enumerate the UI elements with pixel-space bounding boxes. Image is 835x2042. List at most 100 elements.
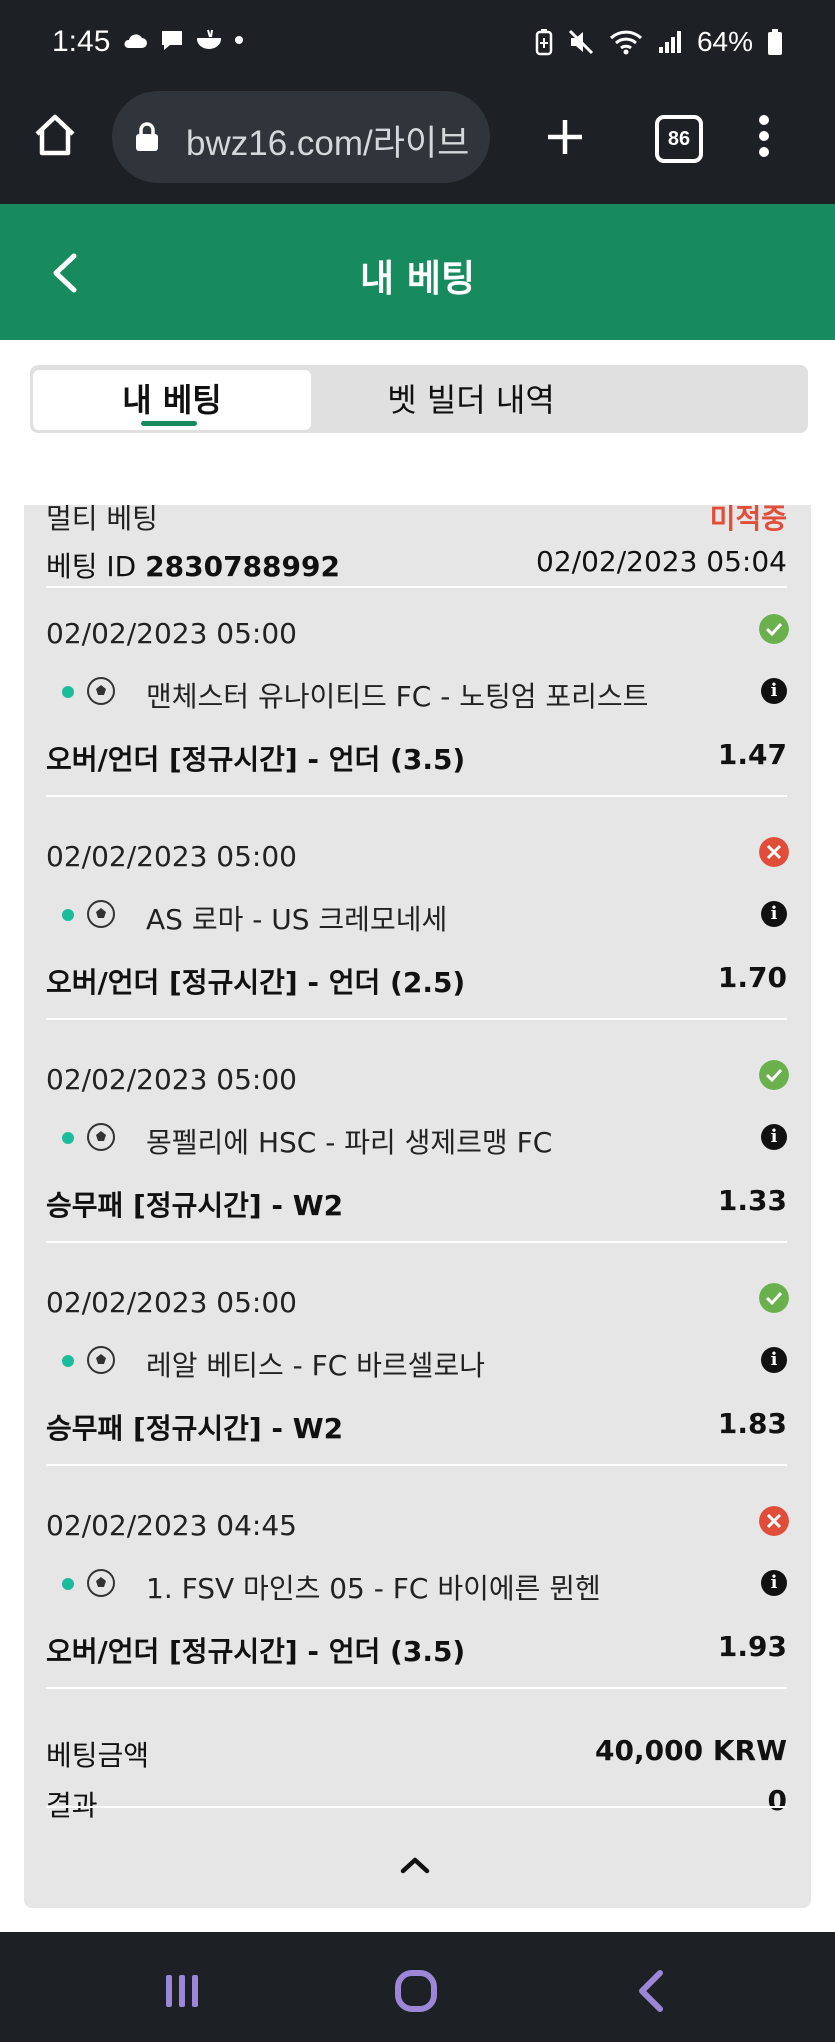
result-row: 결과 0 xyxy=(46,1784,787,1824)
leg-market: 오버/언더 [정규시간] - 언더 (3.5) xyxy=(46,743,466,776)
leg-match: 1. FSV 마인츠 05 - FC 바이에른 뮌헨 xyxy=(146,1572,601,1605)
divider xyxy=(46,1687,787,1689)
live-dot xyxy=(62,1132,74,1144)
active-tab-indicator xyxy=(141,421,197,426)
bet-leg: 02/02/2023 05:00 몽펠리에 HSC - 파리 생제르맹 FC i… xyxy=(24,1041,811,1263)
leg-market: 오버/언더 [정규시간] - 언더 (3.5) xyxy=(46,1635,466,1668)
leg-odds: 1.83 xyxy=(717,1407,787,1440)
soccer-ball-icon xyxy=(87,1569,115,1597)
menu-dots-icon[interactable] xyxy=(758,114,770,158)
page-title: 내 베팅 xyxy=(359,257,475,300)
divider xyxy=(46,1464,787,1466)
win-check-icon xyxy=(759,1283,789,1313)
new-tab-icon[interactable] xyxy=(545,117,585,157)
tab-switcher-button[interactable]: 86 xyxy=(655,115,703,163)
lose-cross-icon xyxy=(759,837,789,867)
win-check-icon xyxy=(759,1060,789,1090)
lose-cross-icon xyxy=(759,1506,789,1536)
leg-date: 02/02/2023 05:00 xyxy=(46,1286,297,1319)
bet-leg: 02/02/2023 05:00 맨체스터 유나이티드 FC - 노팅엄 포리스… xyxy=(24,595,811,817)
battery-percent: 64% xyxy=(696,26,753,57)
leg-match: 맨체스터 유나이티드 FC - 노팅엄 포리스트 xyxy=(146,680,649,713)
bet-tabs: 내 베팅 벳 빌더 내역 xyxy=(30,365,808,433)
status-bar: 1:45 64% xyxy=(0,0,835,90)
leg-market: 오버/언더 [정규시간] - 언더 (2.5) xyxy=(46,966,466,999)
message-icon xyxy=(162,31,182,50)
tab-label: 벳 빌더 내역 xyxy=(387,381,555,419)
leg-date: 02/02/2023 05:00 xyxy=(46,1063,297,1096)
bet-status: 미적중 xyxy=(709,505,787,535)
status-time: 1:45 xyxy=(52,25,111,58)
stake-row: 베팅금액 40,000 KRW xyxy=(46,1734,787,1774)
leg-match: 몽펠리에 HSC - 파리 생제르맹 FC xyxy=(146,1126,553,1159)
bowl-icon xyxy=(196,29,222,49)
wifi-icon xyxy=(609,30,642,55)
bet-id: 2830788992 xyxy=(145,550,340,583)
tab-my-bets[interactable]: 내 베팅 xyxy=(33,370,311,430)
info-icon[interactable]: i xyxy=(761,1570,787,1596)
live-dot xyxy=(62,1355,74,1367)
info-icon[interactable]: i xyxy=(761,678,787,704)
system-icons: 64% xyxy=(535,26,783,58)
leg-market: 승무패 [정규시간] - W2 xyxy=(46,1412,344,1445)
soccer-ball-icon xyxy=(87,1123,115,1151)
win-check-icon xyxy=(759,614,789,644)
mute-icon xyxy=(568,29,594,55)
bet-id-row: 베팅 ID 2830788992 02/02/2023 05:04 xyxy=(46,545,787,585)
leg-market: 승무패 [정규시간] - W2 xyxy=(46,1189,344,1222)
result-label: 결과 xyxy=(46,1789,98,1822)
notification-icons xyxy=(122,28,244,52)
bet-leg: 02/02/2023 05:00 레알 베티스 - FC 바르셀로나 i 승무패… xyxy=(24,1264,811,1486)
soccer-ball-icon xyxy=(87,677,115,705)
back-nav-icon[interactable] xyxy=(628,1967,676,2015)
soccer-ball-icon xyxy=(87,1346,115,1374)
browser-toolbar: bwz16.com/라이브 86 xyxy=(0,90,835,204)
stake-amount: 40,000 KRW xyxy=(595,1734,787,1767)
bet-type: 멀티 베팅 xyxy=(46,505,158,535)
leg-match: AS 로마 - US 크레모네세 xyxy=(146,903,448,936)
address-bar[interactable]: bwz16.com/라이브 xyxy=(112,91,490,183)
leg-date: 02/02/2023 04:45 xyxy=(46,1509,297,1542)
home-nav-icon[interactable] xyxy=(392,1967,440,2015)
battery-icon xyxy=(768,29,782,55)
bet-id-label: 베팅 ID 2830788992 xyxy=(46,550,340,583)
divider xyxy=(46,586,787,588)
result-amount: 0 xyxy=(767,1784,787,1817)
tab-label: 내 베팅 xyxy=(122,381,222,419)
dot-icon xyxy=(235,36,243,44)
divider xyxy=(46,795,787,797)
soccer-ball-icon xyxy=(87,900,115,928)
system-nav-bar xyxy=(0,1932,835,2042)
divider xyxy=(46,1241,787,1243)
info-icon[interactable]: i xyxy=(761,1124,787,1150)
leg-odds: 1.47 xyxy=(717,738,787,771)
leg-odds: 1.33 xyxy=(717,1184,787,1217)
divider xyxy=(46,1018,787,1020)
leg-match: 레알 베티스 - FC 바르셀로나 xyxy=(146,1349,485,1382)
bet-card: 멀티 베팅 미적중 베팅 ID 2830788992 02/02/2023 05… xyxy=(24,505,811,1908)
live-dot xyxy=(62,1578,74,1590)
recent-apps-icon[interactable] xyxy=(158,1967,206,2015)
cloud-icon xyxy=(124,34,147,48)
leg-odds: 1.93 xyxy=(717,1630,787,1663)
info-icon[interactable]: i xyxy=(761,1347,787,1373)
url-text: bwz16.com/라이브 xyxy=(186,124,470,163)
lock-icon xyxy=(136,122,158,151)
live-dot xyxy=(62,686,74,698)
bet-leg: 02/02/2023 04:45 1. FSV 마인츠 05 - FC 바이에른… xyxy=(24,1487,811,1709)
stake-label: 베팅금액 xyxy=(46,1739,150,1772)
divider xyxy=(46,1806,787,1808)
leg-odds: 1.70 xyxy=(717,961,787,994)
leg-date: 02/02/2023 05:00 xyxy=(46,840,297,873)
bet-leg: 02/02/2023 05:00 AS 로마 - US 크레모네세 i 오버/언… xyxy=(24,818,811,1040)
live-dot xyxy=(62,909,74,921)
tab-bet-builder-history[interactable]: 벳 빌더 내역 xyxy=(320,370,622,430)
signal-icon xyxy=(658,31,681,53)
leg-date: 02/02/2023 05:00 xyxy=(46,617,297,650)
bet-date: 02/02/2023 05:04 xyxy=(536,545,787,578)
home-icon[interactable] xyxy=(32,112,78,158)
battery-saver-icon xyxy=(535,29,553,56)
app-header: 내 베팅 xyxy=(0,204,835,340)
chevron-up-icon[interactable] xyxy=(395,1853,435,1877)
info-icon[interactable]: i xyxy=(761,901,787,927)
